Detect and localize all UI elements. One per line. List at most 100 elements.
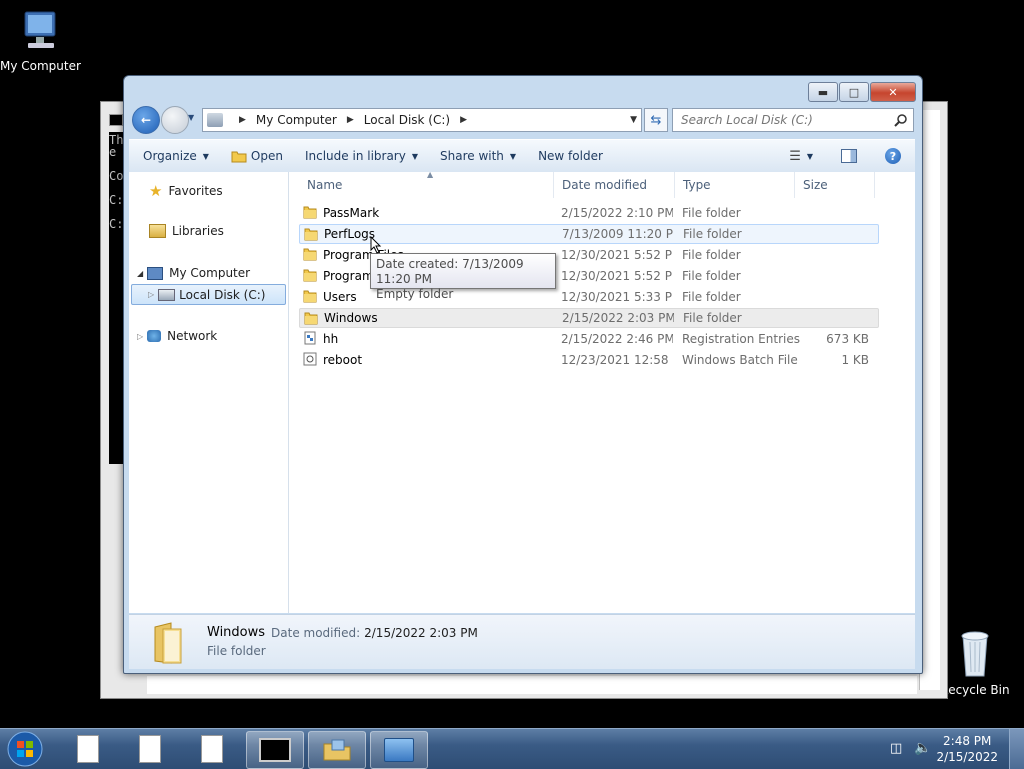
file-type: File folder xyxy=(683,311,742,325)
file-list[interactable]: Name ▲ Date modified Type Size PassMark 2… xyxy=(289,170,915,613)
refresh-button[interactable]: ⇆ xyxy=(644,108,668,132)
minimize-button[interactable]: ▬ xyxy=(808,82,838,102)
file-row[interactable]: PerfLogs 7/13/2009 11:20 PM File folder xyxy=(299,224,879,244)
file-type: Registration Entries xyxy=(682,332,800,346)
column-header-date-modified[interactable]: Date modified xyxy=(554,172,675,198)
forward-button[interactable] xyxy=(161,106,189,134)
include-in-library-label: Include in library xyxy=(304,149,406,163)
back-button[interactable]: ← xyxy=(132,106,160,134)
computer-icon xyxy=(147,266,164,280)
breadcrumb-item-local-disk[interactable]: Local Disk (C:) xyxy=(364,113,450,127)
folder-icon xyxy=(303,290,317,303)
file-row[interactable]: hh 2/15/2022 2:46 PM Registration Entries 6… xyxy=(299,329,877,349)
breadcrumb-item-my-computer[interactable]: My Computer xyxy=(256,113,337,127)
search-box[interactable] xyxy=(672,108,914,132)
help-button[interactable]: ? xyxy=(885,148,901,164)
taskbar-button-document-3[interactable] xyxy=(184,731,240,767)
show-desktop-button[interactable] xyxy=(1009,729,1024,769)
details-item-type: File folder xyxy=(207,644,266,658)
desktop-icon-label: My Computer xyxy=(0,59,81,73)
file-size: 1 KB xyxy=(841,353,869,367)
file-name: PassMark xyxy=(323,206,380,220)
view-options-icon: ☰ xyxy=(789,148,801,164)
address-bar[interactable]: ▶ My Computer ▶ Local Disk (C:) ▶ ▼ xyxy=(202,108,642,132)
share-with-button[interactable]: Share with ▼ xyxy=(440,149,516,163)
collapsed-arrow-icon: ▷ xyxy=(137,331,144,341)
drive-icon xyxy=(158,288,176,301)
taskbar: ◫ 🔈 2:48 PM 2/15/2022 xyxy=(0,728,1024,769)
column-header-type[interactable]: Type xyxy=(675,172,795,198)
taskbar-button-command-prompt[interactable] xyxy=(246,731,304,769)
folder-icon xyxy=(303,269,317,282)
star-icon: ★ xyxy=(149,182,163,200)
include-in-library-button[interactable]: Include in library ▼ xyxy=(305,149,418,163)
maximize-icon: □ xyxy=(848,85,860,99)
clock-date: 2/15/2022 xyxy=(936,750,998,764)
refresh-icon: ⇆ xyxy=(650,112,662,128)
volume-tray-icon[interactable]: 🔈 xyxy=(914,740,931,756)
address-dropdown-icon[interactable]: ▼ xyxy=(630,115,637,125)
change-view-button[interactable]: ☰ ▼ xyxy=(789,149,813,164)
folder-icon xyxy=(303,206,317,219)
taskbar-button-document-2[interactable] xyxy=(122,731,178,767)
file-date-modified: 12/30/2021 5:33 PM xyxy=(561,290,673,304)
folder-icon xyxy=(304,228,318,241)
network-tray-icon[interactable]: ◫ xyxy=(890,741,902,756)
file-size: 673 KB xyxy=(826,332,869,346)
file-row[interactable]: reboot 12/23/2021 12:58 ... Windows Batch … xyxy=(299,350,877,370)
large-folder-icon xyxy=(154,622,182,664)
organize-button[interactable]: Organize ▼ xyxy=(143,149,209,163)
nav-item-favorites[interactable]: ★ Favorites xyxy=(149,182,223,200)
control-panel-icon xyxy=(384,738,414,762)
new-folder-button[interactable]: New folder xyxy=(538,149,603,163)
nav-item-my-computer[interactable]: ◢ My Computer xyxy=(137,266,250,280)
batch-file-icon xyxy=(303,352,317,366)
breadcrumb-separator-icon: ▶ xyxy=(460,115,467,125)
explorer-icon xyxy=(323,739,351,761)
details-item-name: Windows xyxy=(207,625,266,640)
tooltip-line: Date created: 7/13/2009 11:20 PM xyxy=(376,257,524,286)
close-button[interactable]: ✕ xyxy=(870,82,916,102)
registry-file-icon xyxy=(304,331,316,345)
document-icon xyxy=(77,735,99,763)
search-input[interactable] xyxy=(679,112,888,128)
document-icon xyxy=(201,735,223,763)
details-pane: Windows Date modified: 2/15/2022 2:03 PM… xyxy=(129,614,915,669)
taskbar-button-control-panel[interactable] xyxy=(370,731,428,769)
nav-item-network[interactable]: ▷ Network xyxy=(137,329,217,343)
file-name: hh xyxy=(323,332,339,346)
recent-pages-dropdown[interactable]: ▼ xyxy=(188,113,194,122)
details-date-value: 2/15/2022 2:03 PM xyxy=(364,625,478,640)
nav-item-label: Network xyxy=(167,329,218,343)
nav-item-local-disk[interactable]: ▷ Local Disk (C:) xyxy=(131,284,286,305)
file-row[interactable]: PassMark 2/15/2022 2:10 PM File folder xyxy=(299,203,877,223)
windows-logo-icon xyxy=(7,731,43,767)
details-date-label: Date modified: xyxy=(271,625,361,640)
chevron-down-icon: ▼ xyxy=(202,151,209,161)
file-type: File folder xyxy=(682,206,741,220)
preview-pane-button[interactable] xyxy=(841,149,857,163)
search-icon xyxy=(894,114,907,127)
computer-icon xyxy=(207,113,223,127)
file-name: PerfLogs xyxy=(324,227,376,241)
taskbar-clock[interactable]: 2:48 PM 2/15/2022 xyxy=(936,733,998,765)
open-button[interactable]: Open xyxy=(231,149,283,163)
close-icon: ✕ xyxy=(888,85,898,99)
desktop-icon-my-computer[interactable]: My Computer xyxy=(0,10,81,73)
tooltip-line: Empty folder xyxy=(376,287,454,301)
maximize-button[interactable]: □ xyxy=(839,82,869,102)
nav-item-label: Libraries xyxy=(172,224,224,238)
explorer-window[interactable]: ▬ □ ✕ ← ▼ ▶ My Computer ▶ Local Disk (C:… xyxy=(123,75,923,674)
column-header-size[interactable]: Size xyxy=(795,172,875,198)
nav-item-label: My Computer xyxy=(169,266,251,280)
file-row[interactable]: Windows 2/15/2022 2:03 PM File folder xyxy=(299,308,879,328)
taskbar-button-document-1[interactable] xyxy=(60,731,116,767)
start-button[interactable] xyxy=(4,730,46,768)
nav-item-label: Local Disk (C:) xyxy=(179,287,266,302)
clock-time: 2:48 PM xyxy=(943,734,992,748)
taskbar-button-explorer[interactable] xyxy=(308,731,366,769)
nav-item-libraries[interactable]: Libraries xyxy=(149,224,224,238)
file-date-modified: 2/15/2022 2:03 PM xyxy=(562,311,674,325)
nav-item-label: Favorites xyxy=(168,184,223,198)
minimize-icon: ▬ xyxy=(817,85,829,99)
